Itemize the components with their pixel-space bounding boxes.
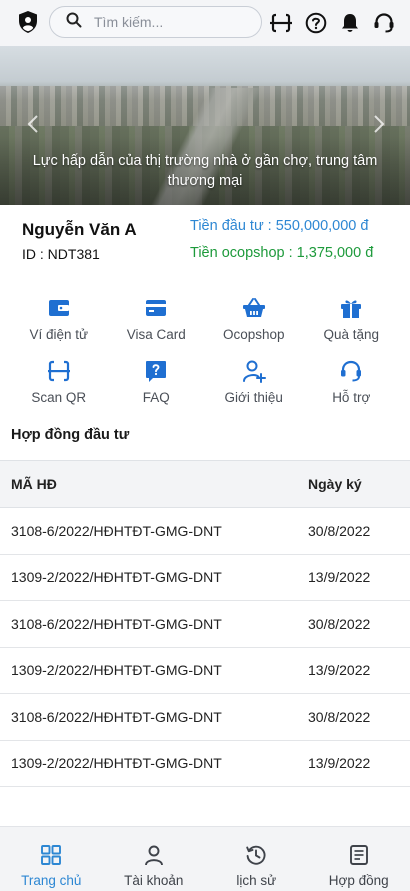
nav-contracts[interactable]: Hợp đồng — [308, 827, 410, 891]
action-label: Ví điện tử — [29, 327, 89, 342]
action-label: Hỗ trợ — [332, 390, 371, 405]
action-support[interactable]: Hỗ trợ — [303, 353, 401, 416]
contract-code-cell: 3108-6/2022/HĐHTĐT-GMG-DNT — [11, 615, 222, 632]
nav-account[interactable]: Tài khoản — [103, 827, 206, 891]
scan-icon[interactable] — [270, 12, 292, 34]
column-header-sign-date: Ngày ký — [308, 476, 362, 492]
column-header-contract-code: MÃ HĐ — [11, 476, 57, 492]
history-icon — [245, 844, 267, 866]
user-name: Nguyễn Văn A — [22, 220, 137, 239]
action-label: FAQ — [142, 390, 170, 405]
table-row[interactable]: 3108-6/2022/HĐHTĐT-GMG-DNT 30/8/2022 — [0, 601, 410, 648]
headset-icon — [339, 359, 363, 383]
sign-date-cell: 30/8/2022 — [308, 615, 371, 632]
contract-code-cell: 1309-2/2022/HĐHTĐT-GMG-DNT — [11, 662, 222, 679]
headset-icon[interactable] — [373, 12, 395, 34]
investment-amount: Tiền đầu tư : 550,000,000 đ — [190, 218, 369, 234]
action-gift[interactable]: Quà tặng — [303, 290, 401, 353]
faq-icon — [144, 359, 168, 383]
chevron-right-icon[interactable] — [372, 114, 386, 134]
contract-code-cell: 1309-2/2022/HĐHTĐT-GMG-DNT — [11, 569, 222, 586]
action-label: Scan QR — [31, 390, 87, 405]
table-row[interactable]: 1309-2/2022/HĐHTĐT-GMG-DNT 13/9/2022 — [0, 555, 410, 601]
sign-date-cell: 30/8/2022 — [308, 522, 371, 539]
bell-icon[interactable] — [339, 12, 361, 34]
scan-icon — [47, 359, 71, 383]
action-ocopshop[interactable]: Ocopshop — [205, 290, 303, 353]
table-header: MÃ HĐ Ngày ký — [0, 461, 410, 508]
nav-history[interactable]: lịch sử — [205, 827, 308, 891]
nav-home[interactable]: Trang chủ — [0, 827, 103, 891]
action-label: Quà tặng — [323, 327, 380, 342]
user-id: ID : NDT381 — [22, 246, 100, 262]
action-faq[interactable]: FAQ — [108, 353, 206, 416]
sign-date-cell: 13/9/2022 — [308, 569, 371, 586]
sign-date-cell: 30/8/2022 — [308, 708, 371, 725]
action-label: Visa Card — [126, 327, 186, 342]
ocopshop-amount: Tiền ocopshop : 1,375,000 đ — [190, 245, 374, 261]
action-wallet[interactable]: Ví điện tử — [10, 290, 108, 353]
action-label: Ocopshop — [222, 327, 285, 342]
banner-caption: Lực hấp dẫn của thị trường nhà ở gần chợ… — [32, 153, 378, 189]
nav-label: Trang chủ — [21, 873, 82, 888]
contract-code-cell: 3108-6/2022/HĐHTĐT-GMG-DNT — [11, 708, 222, 725]
sign-date-cell: 13/9/2022 — [308, 755, 371, 772]
user-icon — [143, 844, 165, 866]
quick-actions-grid: Ví điện tử Visa Card Ocopshop Quà tặng S… — [10, 290, 400, 416]
search-bar[interactable] — [49, 6, 262, 38]
chevron-left-icon[interactable] — [26, 114, 40, 134]
nav-label: Hợp đồng — [328, 873, 389, 888]
shield-user-icon[interactable] — [18, 11, 38, 33]
contracts-table: MÃ HĐ Ngày ký 3108-6/2022/HĐHTĐT-GMG-DNT… — [0, 460, 410, 787]
action-visa-card[interactable]: Visa Card — [108, 290, 206, 353]
grid-icon — [40, 844, 62, 866]
sign-date-cell: 13/9/2022 — [308, 662, 371, 679]
contract-code-cell: 1309-2/2022/HĐHTĐT-GMG-DNT — [11, 755, 222, 772]
action-scan-qr[interactable]: Scan QR — [10, 353, 108, 416]
contract-code-cell: 3108-6/2022/HĐHTĐT-GMG-DNT — [11, 522, 222, 539]
user-plus-icon — [242, 359, 266, 383]
action-referral[interactable]: Giới thiệu — [205, 353, 303, 416]
banner-slider[interactable]: Lực hấp dẫn của thị trường nhà ở gần chợ… — [0, 46, 410, 205]
document-icon — [348, 844, 370, 866]
table-row[interactable]: 1309-2/2022/HĐHTĐT-GMG-DNT 13/9/2022 — [0, 648, 410, 694]
top-header — [0, 0, 410, 46]
wallet-icon — [47, 296, 71, 320]
basket-icon — [242, 296, 266, 320]
search-input[interactable] — [94, 14, 244, 30]
section-title-contracts: Hợp đồng đầu tư — [11, 427, 130, 443]
credit-card-icon — [144, 296, 168, 320]
search-icon — [66, 12, 82, 33]
nav-label: Tài khoản — [124, 873, 184, 888]
table-row[interactable]: 3108-6/2022/HĐHTĐT-GMG-DNT 30/8/2022 — [0, 508, 410, 555]
table-row[interactable]: 1309-2/2022/HĐHTĐT-GMG-DNT 13/9/2022 — [0, 741, 410, 787]
action-label: Giới thiệu — [224, 390, 283, 405]
gift-icon — [339, 296, 363, 320]
table-row[interactable]: 3108-6/2022/HĐHTĐT-GMG-DNT 30/8/2022 — [0, 694, 410, 741]
bottom-nav: Trang chủ Tài khoản lịch sử Hợp đồng — [0, 826, 410, 891]
nav-label: lịch sử — [236, 873, 277, 888]
help-icon[interactable] — [305, 12, 327, 34]
